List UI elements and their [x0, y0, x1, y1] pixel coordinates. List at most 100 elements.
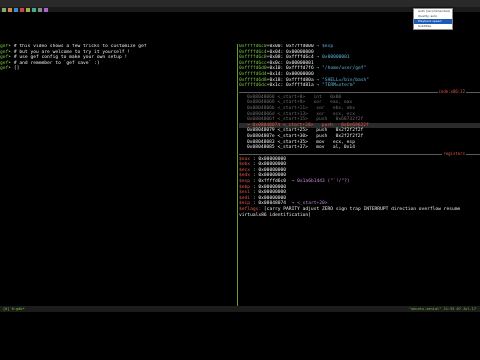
gef-prompt: gef➤	[0, 44, 14, 49]
console-text: []	[13, 66, 20, 72]
stack-value: 0xffffd7f6	[286, 66, 314, 72]
register-value: : 0x00000000	[252, 162, 287, 168]
register-name: $edx	[239, 173, 253, 179]
instruction-mnemonic: xor	[316, 105, 325, 111]
code-separator: code:x86:32	[239, 88, 480, 95]
console-line: gef➤ []	[0, 66, 237, 72]
stack-address: 0xffffd6dc	[239, 83, 267, 89]
instruction-symbol: <_start+20>	[282, 122, 314, 128]
instruction-address: → 0x08048074	[247, 122, 281, 128]
app-icon[interactable]	[32, 7, 36, 12]
instruction-operands: 0x80	[330, 94, 342, 100]
register-name: $esi	[239, 190, 253, 196]
window-list[interactable]: [0] 0:gdb*	[3, 306, 25, 312]
stack-value: 0x00000000	[286, 71, 314, 77]
instruction-symbol: <_start+11>	[277, 105, 308, 111]
register-value: : 0x00000000	[252, 156, 287, 162]
instruction-mnemonic: push	[316, 117, 328, 123]
app-icon[interactable]	[26, 7, 30, 12]
gef-prompt: gef➤	[0, 55, 14, 61]
stack-value: 0xffffd81a	[286, 83, 314, 89]
instruction-operands: ecx, ecx	[332, 111, 355, 117]
eflags-line: $eflags: [carry PARITY adjust ZERO sign …	[239, 207, 480, 218]
menu-item[interactable]: Subtitles	[414, 24, 452, 29]
registers-section-label: registers	[442, 150, 466, 157]
instruction-symbol: <_start+9>	[277, 100, 306, 106]
app-icon[interactable]	[8, 7, 12, 12]
stack-offset: +0x08:	[266, 55, 287, 61]
app-icon[interactable]	[14, 7, 18, 12]
instruction-operands: ecx, esp	[332, 139, 355, 145]
app-icon[interactable]	[20, 7, 24, 12]
settings-menu[interactable]: Auto (recommended) Quality: auto Playback …	[413, 8, 453, 30]
gef-prompt: gef➤	[0, 49, 14, 55]
instruction-symbol: <_start+30>	[277, 133, 308, 139]
register-name: $eip	[239, 201, 253, 207]
stack-deref: → "/home/user/gef"	[316, 66, 367, 72]
stack-value: 0x00000000	[286, 49, 314, 55]
left-pane[interactable]: gef➤ # this video shows a few tricks to …	[0, 44, 237, 306]
stack-view: 0xffffd6c0+0x00: 0xf7ffd000 → $esp 0xffff…	[239, 44, 480, 89]
instruction-address: 0x08048085	[247, 145, 275, 151]
register-value: : 0x08048074	[252, 201, 287, 207]
app-icon[interactable]	[44, 7, 48, 12]
stack-address: 0xffffd6d0	[239, 66, 267, 72]
top-bar	[0, 0, 480, 7]
stack-deref: → 0x00000001	[316, 55, 350, 61]
instruction-operands: eax, eax	[330, 100, 353, 106]
stack-value: 0xf7ffd000	[286, 44, 314, 49]
register-deref: → <_start+20>	[291, 201, 328, 207]
status-right: "ubuntu-xenial" 21:35 07-Jul-17	[408, 307, 476, 311]
registers-separator: registers	[239, 150, 480, 157]
register-name: $esp	[239, 179, 253, 185]
gef-prompt: gef➤	[0, 66, 14, 72]
register-value: : 0x00000000	[252, 190, 287, 196]
instruction-address: 0x08048069	[247, 100, 275, 106]
stack-value: 0xffffd80a	[286, 77, 314, 83]
console-text: # this video shows a few tricks to custo…	[13, 44, 147, 49]
stack-address: 0xffffd6c0	[239, 44, 267, 49]
app-icon[interactable]	[38, 7, 42, 12]
taskbar	[0, 7, 480, 12]
register-name: $ebp	[239, 184, 253, 190]
instruction-address: 0x0804807e	[247, 133, 275, 139]
instruction-symbol: <_start+37>	[277, 145, 308, 151]
instruction-address: 0x0804806f	[247, 117, 275, 123]
app-icon[interactable]	[2, 7, 6, 12]
instruction-mnemonic: xor	[316, 111, 325, 117]
register-name: $eax	[239, 156, 253, 162]
pane-divider[interactable]	[237, 44, 238, 306]
register-value: : 0x00000000	[252, 173, 287, 179]
stack-address: 0xffffd6d4	[239, 71, 267, 77]
stack-deref: → "SHELL=/bin/bash"	[316, 77, 370, 83]
instruction-address: 0x08048068	[247, 94, 275, 100]
stack-offset: +0x10:	[266, 66, 287, 72]
instruction-operands: al, 0x14	[332, 145, 355, 151]
instruction-symbol: <_start+13>	[277, 111, 308, 117]
stack-deref: → "TERM=xterm"	[316, 83, 356, 89]
code-view: 0x08048068 <_start+8> int 0x80 0x08048069…	[239, 95, 480, 151]
instruction-address: 0x08048083	[247, 139, 275, 145]
code-section-label: code:x86:32	[437, 88, 466, 95]
instruction-mnemonic: push	[316, 128, 328, 134]
instruction-operands: 0x2f2f2f2f	[335, 128, 364, 134]
stack-address: 0xffffd6d8	[239, 77, 267, 83]
instruction-operands: 0x2f2f2f2f	[335, 133, 364, 139]
right-pane[interactable]: 0xffffd6c0+0x00: 0xf7ffd000 → $esp 0xffff…	[239, 44, 480, 306]
instruction-symbol: <_start+25>	[277, 128, 308, 134]
stack-offset: +0x00:	[266, 44, 287, 49]
console-text: # and remember to `gef save` :)	[13, 60, 100, 66]
instruction-mnemonic: xor	[313, 100, 322, 106]
instruction-address: 0x0804806d	[247, 111, 275, 117]
instruction-address: 0x0804806b	[247, 105, 275, 111]
tmux-status-bar: [0] 0:gdb* "ubuntu-xenial" 21:35 07-Jul-…	[0, 306, 480, 312]
stack-address: 0xffffd6c8	[239, 55, 267, 61]
terminal-screen[interactable]: gef➤ # this video shows a few tricks to …	[0, 44, 480, 316]
instruction-mnemonic: int	[313, 94, 322, 100]
instruction-mnemonic: mov	[316, 139, 325, 145]
stack-offset: +0x18:	[266, 77, 287, 83]
register-name: $ebx	[239, 162, 253, 168]
register-value: : 0x00000000	[252, 184, 287, 190]
instruction-mnemonic: push	[316, 133, 328, 139]
eflags-value: [carry PARITY adjust ZERO sign trap INTE…	[239, 207, 461, 218]
